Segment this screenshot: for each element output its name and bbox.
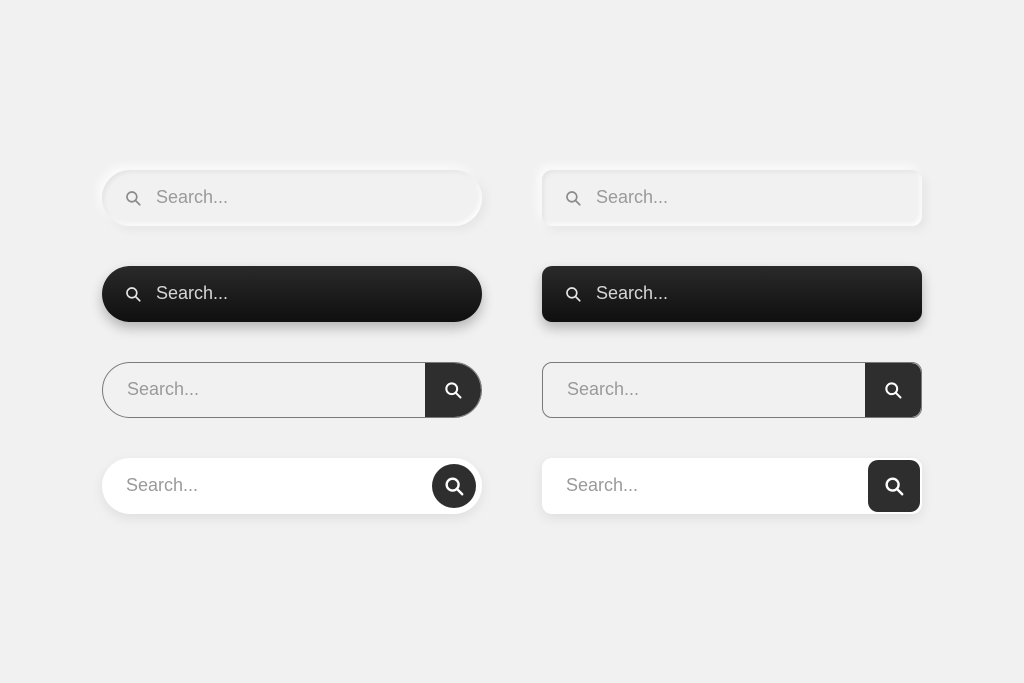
search-icon (883, 475, 905, 497)
search-icon (564, 189, 582, 207)
search-icon (443, 475, 465, 497)
search-button[interactable] (425, 363, 481, 417)
search-bar-bordered-pill[interactable]: Search... (102, 362, 482, 418)
search-bar-dark-pill[interactable]: Search... (102, 266, 482, 322)
search-button[interactable] (865, 363, 921, 417)
search-bar-neumorph-soft[interactable]: Search... (542, 170, 922, 226)
search-button[interactable] (868, 460, 920, 512)
search-icon (124, 189, 142, 207)
search-bar-white-soft[interactable]: Search... (542, 458, 922, 514)
search-bar-white-pill[interactable]: Search... (102, 458, 482, 514)
search-placeholder: Search... (543, 379, 865, 400)
search-placeholder: Search... (102, 475, 432, 496)
search-placeholder: Search... (103, 379, 425, 400)
search-icon (564, 285, 582, 303)
search-icon (443, 380, 463, 400)
search-bar-grid: Search... Search... Search... Search... … (102, 170, 922, 514)
search-bar-dark-soft[interactable]: Search... (542, 266, 922, 322)
search-placeholder: Search... (156, 283, 482, 304)
search-button[interactable] (432, 464, 476, 508)
search-bar-neumorph-pill[interactable]: Search... (102, 170, 482, 226)
search-icon (883, 380, 903, 400)
search-placeholder: Search... (542, 475, 868, 496)
search-placeholder: Search... (156, 187, 482, 208)
search-icon (124, 285, 142, 303)
search-placeholder: Search... (596, 187, 922, 208)
search-placeholder: Search... (596, 283, 922, 304)
search-bar-bordered-soft[interactable]: Search... (542, 362, 922, 418)
